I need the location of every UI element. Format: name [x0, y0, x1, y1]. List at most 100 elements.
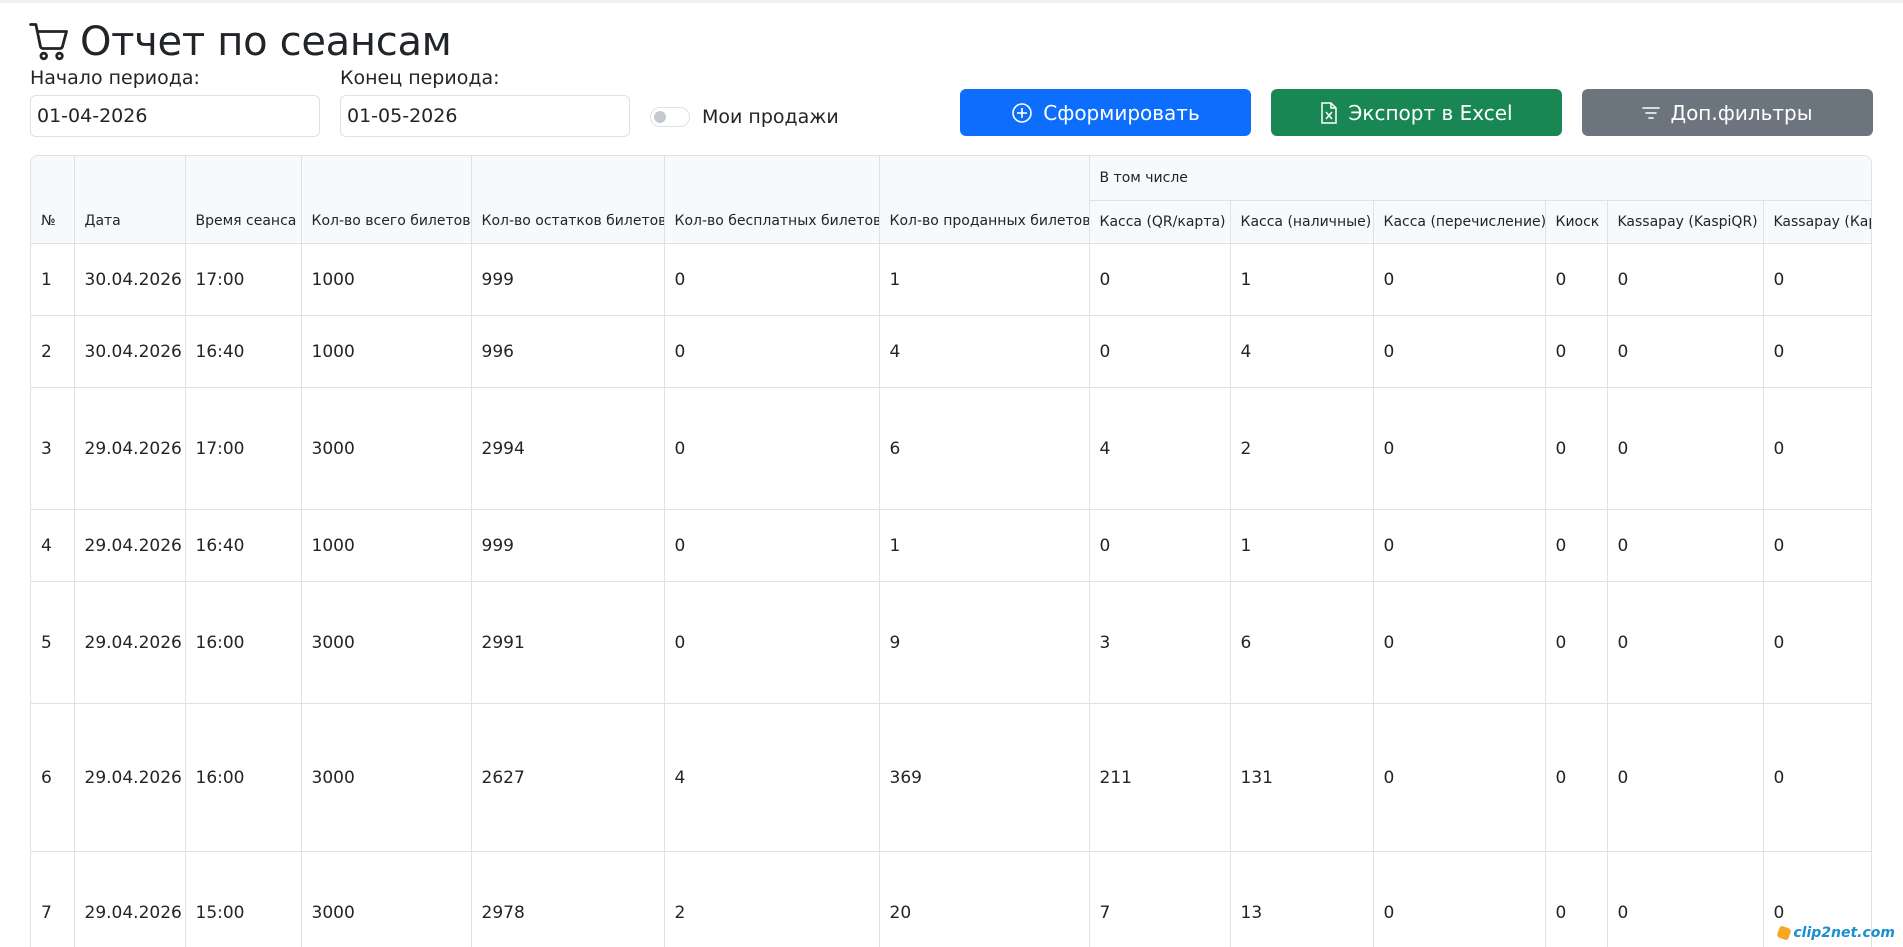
page-header: Отчет по сеансам — [28, 17, 452, 67]
watermark: clip2net.com — [1776, 925, 1895, 941]
export-excel-button-label: Экспорт в Excel — [1348, 100, 1513, 125]
cell-time: 17:00 — [185, 243, 302, 316]
extra-filters-button-label: Доп.фильтры — [1670, 100, 1813, 125]
cell-sold: 369 — [879, 703, 1090, 852]
col-header-remaining[interactable]: Кол-во остатков билетов — [471, 156, 665, 244]
cell-remaining: 2991 — [471, 581, 665, 704]
cell-qr: 3 — [1089, 581, 1231, 704]
table-row[interactable]: 5 29.04.2026 16:00 3000 2991 0 9 3 6 0 0… — [31, 581, 1871, 704]
table-row[interactable]: 2 30.04.2026 16:40 1000 996 0 4 0 4 0 0 … — [31, 315, 1871, 388]
table-row[interactable]: 1 30.04.2026 17:00 1000 999 0 1 0 1 0 0 … — [31, 243, 1871, 316]
cell-kassapay-card: 0 — [1763, 703, 1871, 852]
cell-kiosk: 0 — [1545, 243, 1608, 316]
cell-date: 29.04.2026 — [74, 851, 186, 947]
table-row[interactable]: 6 29.04.2026 16:00 3000 2627 4 369 211 1… — [31, 703, 1871, 852]
cell-transfer: 0 — [1373, 851, 1546, 947]
cell-time: 16:00 — [185, 703, 302, 852]
cell-free: 0 — [664, 509, 880, 582]
cell-date: 29.04.2026 — [74, 387, 186, 510]
cell-date: 29.04.2026 — [74, 703, 186, 852]
cell-qr: 0 — [1089, 243, 1231, 316]
cell-kiosk: 0 — [1545, 581, 1608, 704]
cell-remaining: 999 — [471, 243, 665, 316]
cell-transfer: 0 — [1373, 703, 1546, 852]
cell-num: 4 — [31, 509, 75, 582]
my-sales-toggle-group: Мои продажи — [650, 106, 839, 128]
cell-total: 1000 — [301, 509, 472, 582]
cell-time: 16:40 — [185, 509, 302, 582]
cell-cash: 2 — [1230, 387, 1374, 510]
cell-kassapay-card: 0 — [1763, 581, 1871, 704]
col-header-date[interactable]: Дата — [74, 156, 186, 244]
cell-free: 0 — [664, 243, 880, 316]
col-header-sold[interactable]: Кол-во проданных билетов — [879, 156, 1090, 244]
col-header-free[interactable]: Кол-во бесплатных билетов — [664, 156, 880, 244]
cell-num: 5 — [31, 581, 75, 704]
cell-remaining: 999 — [471, 509, 665, 582]
cell-sold: 1 — [879, 243, 1090, 316]
sessions-table-container[interactable]: № Дата Время сеанса Кол-во всего билетов… — [30, 155, 1872, 947]
end-date-input[interactable]: 01-05-2026 — [340, 95, 630, 137]
table-row[interactable]: 7 29.04.2026 15:00 3000 2978 2 20 7 13 0… — [31, 851, 1871, 947]
col-header-total[interactable]: Кол-во всего билетов — [301, 156, 472, 244]
excel-file-icon — [1321, 101, 1338, 124]
cell-transfer: 0 — [1373, 315, 1546, 388]
cell-free: 0 — [664, 387, 880, 510]
export-excel-button[interactable]: Экспорт в Excel — [1271, 89, 1562, 136]
generate-button[interactable]: Сформировать — [960, 89, 1251, 136]
cell-remaining: 2994 — [471, 387, 665, 510]
cell-qr: 4 — [1089, 387, 1231, 510]
table-row[interactable]: 4 29.04.2026 16:40 1000 999 0 1 0 1 0 0 … — [31, 509, 1871, 582]
my-sales-toggle[interactable] — [650, 107, 690, 127]
start-date-input[interactable]: 01-04-2026 — [30, 95, 320, 137]
cell-kiosk: 0 — [1545, 315, 1608, 388]
col-header-time[interactable]: Время сеанса — [185, 156, 302, 244]
cell-sold: 1 — [879, 509, 1090, 582]
col-group-including: В том числе — [1089, 156, 1871, 201]
cell-kassapay-card: 0 — [1763, 387, 1871, 510]
extra-filters-button[interactable]: Доп.фильтры — [1582, 89, 1873, 136]
cell-cash: 131 — [1230, 703, 1374, 852]
page-title: Отчет по сеансам — [80, 19, 452, 65]
col-header-num[interactable]: № — [31, 156, 75, 244]
col-header-qr[interactable]: Касса (QR/карта) — [1089, 200, 1231, 244]
cell-kiosk: 0 — [1545, 509, 1608, 582]
cell-cash: 1 — [1230, 509, 1374, 582]
cell-kassapay-card: 0 — [1763, 315, 1871, 388]
cell-kaspiqr: 0 — [1607, 509, 1764, 582]
col-header-kaspiqr[interactable]: Kassapay (KaspiQR) — [1607, 200, 1764, 244]
cell-kaspiqr: 0 — [1607, 851, 1764, 947]
cell-total: 3000 — [301, 581, 472, 704]
cell-free: 0 — [664, 581, 880, 704]
cell-total: 3000 — [301, 387, 472, 510]
cell-kiosk: 0 — [1545, 851, 1608, 947]
cell-kiosk: 0 — [1545, 387, 1608, 510]
end-date-field: Конец периода: 01-05-2026 — [340, 67, 630, 137]
col-header-cash[interactable]: Касса (наличные) — [1230, 200, 1374, 244]
col-header-kiosk[interactable]: Киоск — [1545, 200, 1608, 244]
cell-kassapay-card: 0 — [1763, 243, 1871, 316]
col-header-transfer[interactable]: Касса (перечисление) — [1373, 200, 1546, 244]
end-date-label: Конец периода: — [340, 67, 500, 89]
cell-kaspiqr: 0 — [1607, 387, 1764, 510]
cell-sold: 20 — [879, 851, 1090, 947]
cell-num: 7 — [31, 851, 75, 947]
cell-kiosk: 0 — [1545, 703, 1608, 852]
cell-sold: 6 — [879, 387, 1090, 510]
my-sales-label: Мои продажи — [702, 106, 839, 128]
table-row[interactable]: 3 29.04.2026 17:00 3000 2994 0 6 4 2 0 0… — [31, 387, 1871, 510]
cell-remaining: 996 — [471, 315, 665, 388]
start-date-label: Начало периода: — [30, 67, 200, 89]
cell-kaspiqr: 0 — [1607, 703, 1764, 852]
cell-kaspiqr: 0 — [1607, 581, 1764, 704]
cell-remaining: 2627 — [471, 703, 665, 852]
cell-sold: 4 — [879, 315, 1090, 388]
col-header-kassapay-card[interactable]: Kassapay (Кар — [1763, 200, 1871, 244]
generate-button-label: Сформировать — [1043, 100, 1200, 125]
cell-qr: 7 — [1089, 851, 1231, 947]
cell-qr: 0 — [1089, 509, 1231, 582]
cell-cash: 4 — [1230, 315, 1374, 388]
cell-num: 2 — [31, 315, 75, 388]
cell-total: 3000 — [301, 703, 472, 852]
cell-date: 29.04.2026 — [74, 509, 186, 582]
